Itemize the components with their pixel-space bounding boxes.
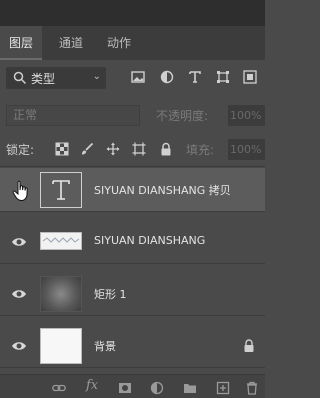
eye-icon[interactable]	[11, 287, 27, 301]
brush-icon[interactable]	[80, 142, 94, 156]
blend-row: 正常 不透明度: 100%	[0, 102, 265, 128]
layer-row-background[interactable]: 背景	[0, 324, 265, 368]
type-filter-icon[interactable]	[188, 70, 202, 84]
layer-name: 背景	[94, 340, 116, 353]
layer-name: SIYUAN DIANSHANG 拷贝	[94, 184, 231, 197]
layer-row-rectangle[interactable]: 矩形 1	[0, 272, 265, 316]
layer-name: SIYUAN DIANSHANG	[94, 234, 206, 247]
filter-kind-select[interactable]: 类型 ⌄	[6, 67, 106, 89]
eye-icon[interactable]	[11, 339, 27, 353]
type-icon	[52, 180, 70, 200]
lock-transparent-pixels-icon[interactable]	[55, 142, 69, 156]
image-filter-icon[interactable]	[131, 70, 145, 84]
lock-label: 锁定:	[6, 143, 35, 157]
tab-layers[interactable]: 图层	[0, 26, 43, 60]
eye-icon[interactable]	[11, 235, 27, 249]
folder-icon[interactable]	[183, 381, 197, 395]
lock-icon	[244, 339, 254, 352]
move-icon[interactable]	[106, 142, 120, 156]
shape-filter-icon[interactable]	[216, 70, 230, 84]
adjustment-layer-icon[interactable]	[150, 381, 164, 395]
layers-bottom-bar: fx	[0, 374, 265, 398]
layer-thumbnail-pattern	[40, 232, 82, 250]
layer-filter-row: 类型 ⌄	[0, 60, 265, 96]
divider	[0, 166, 265, 167]
adjustment-filter-icon[interactable]	[160, 70, 174, 84]
tab-channels[interactable]: 通道	[59, 26, 83, 60]
trash-icon[interactable]	[245, 381, 259, 395]
pattern-thumbnail	[42, 237, 80, 243]
layer-style-button[interactable]: fx	[86, 378, 98, 393]
filter-kind-label: 类型	[31, 71, 56, 86]
lock-all-icon[interactable]	[159, 142, 173, 156]
lock-row: 锁定: 填充: 100%	[0, 136, 265, 162]
layer-row-siyuan[interactable]: SIYUAN DIANSHANG	[0, 220, 265, 264]
hand-cursor-icon	[12, 180, 28, 202]
link-layers-icon[interactable]	[52, 381, 66, 395]
panel-top-strip	[0, 0, 265, 26]
fill-field[interactable]: 100%	[228, 139, 265, 160]
add-mask-icon[interactable]	[118, 381, 132, 395]
blend-mode-select[interactable]: 正常	[6, 105, 140, 126]
tab-actions[interactable]: 动作	[107, 26, 131, 60]
panel-tab-bar: 图层 通道 动作	[0, 0, 265, 60]
new-layer-icon[interactable]	[216, 381, 230, 395]
artboard-icon[interactable]	[132, 142, 146, 156]
layer-name: 矩形 1	[94, 288, 127, 301]
smart-object-filter-icon[interactable]	[243, 70, 257, 84]
layer-thumbnail-rectangle	[40, 276, 82, 312]
opacity-label: 不透明度:	[156, 109, 209, 123]
chevron-down-icon: ⌄	[92, 71, 101, 82]
opacity-field[interactable]: 100%	[228, 105, 265, 126]
fill-label: 填充:	[186, 143, 215, 157]
layer-thumbnail-background	[40, 328, 82, 364]
search-icon	[13, 71, 27, 85]
layer-thumbnail-text	[40, 172, 82, 208]
layer-row-text-copy[interactable]: SIYUAN DIANSHANG 拷贝	[0, 168, 265, 212]
